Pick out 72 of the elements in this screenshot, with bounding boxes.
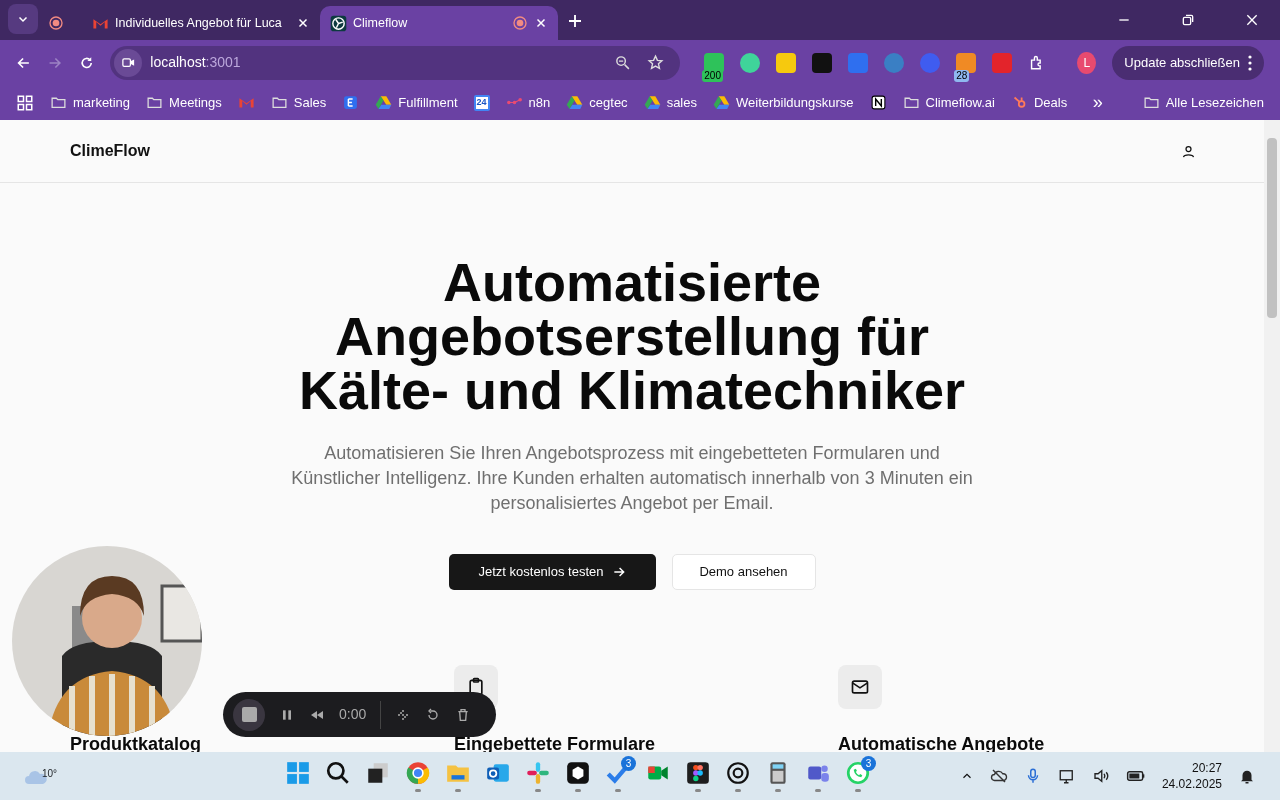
speaker-icon[interactable] bbox=[1091, 767, 1110, 785]
bookmark[interactable]: Meetings bbox=[146, 92, 222, 113]
feature-title: Eingebettete Formulare bbox=[454, 734, 656, 754]
windows-stack-icon bbox=[365, 760, 391, 786]
extension-icon[interactable] bbox=[812, 52, 833, 73]
start-icon bbox=[285, 760, 311, 786]
browser-tab[interactable]: Individuelles Angebot für Luca bbox=[82, 6, 320, 40]
address-bar[interactable]: localhost:3001 bbox=[110, 45, 681, 80]
feature-title: Produktkatalog bbox=[70, 734, 202, 754]
drive-icon bbox=[643, 94, 661, 111]
all-bookmarks-button[interactable]: Alle Lesezeichen bbox=[1142, 92, 1264, 113]
clock[interactable]: 20:27 24.02.2025 bbox=[1161, 760, 1222, 792]
app-icon bbox=[342, 94, 360, 111]
secondary-button[interactable]: Demo ansehen bbox=[671, 554, 816, 590]
user-icon[interactable] bbox=[1181, 143, 1196, 159]
feature-title: Automatische Angebote bbox=[838, 734, 1045, 754]
drive-icon bbox=[566, 94, 584, 111]
bookmark[interactable]: cegtec bbox=[566, 92, 628, 113]
bookmark-star-icon[interactable] bbox=[647, 54, 665, 71]
bookmark[interactable]: Weiterbildungskurse bbox=[713, 92, 854, 113]
monitor-icon[interactable] bbox=[1057, 767, 1076, 785]
close-icon[interactable] bbox=[534, 16, 548, 30]
profile-avatar[interactable]: L bbox=[1077, 51, 1097, 74]
bookmark[interactable]: Sales bbox=[270, 92, 327, 113]
extension-icon[interactable] bbox=[776, 52, 797, 73]
bookmark[interactable] bbox=[869, 94, 887, 111]
scrollbar[interactable] bbox=[1264, 120, 1280, 752]
cloud-icon[interactable] bbox=[989, 767, 1008, 785]
cube-app-icon bbox=[565, 760, 591, 786]
update-button[interactable]: Update abschließen bbox=[1112, 45, 1264, 80]
bookmark[interactable]: marketing bbox=[50, 92, 131, 113]
more-icon bbox=[1248, 54, 1252, 71]
weather-widget[interactable]: 10° bbox=[24, 766, 64, 786]
drive-icon bbox=[375, 94, 393, 111]
more-bookmarks-button[interactable]: » bbox=[1092, 89, 1103, 116]
taskbar-app[interactable]: 3 bbox=[842, 756, 874, 796]
restore-icon[interactable] bbox=[1180, 12, 1196, 28]
notion-icon bbox=[869, 94, 887, 111]
notification-badge: 3 bbox=[621, 756, 636, 771]
bookmark[interactable]: Climeflow.ai bbox=[902, 92, 995, 113]
drive-icon bbox=[713, 94, 730, 111]
taskbar-app[interactable]: 3 bbox=[602, 756, 634, 796]
bookmark[interactable]: sales bbox=[643, 92, 697, 113]
figma-icon bbox=[685, 760, 711, 786]
extension-icon[interactable] bbox=[740, 52, 761, 73]
bookmark[interactable]: n8n bbox=[505, 92, 551, 113]
hero-text: Automatisieren Sie Ihren Angebotsprozess mit eingebetteten Formularen und Künstlicher Intelligenz. Ihre Kunden erhalten automatisch innerhalb von 3 Minuten ein personalisiertes Angebot per Email. bbox=[290, 442, 974, 515]
brand-logo[interactable]: ClimeFlow bbox=[70, 139, 150, 163]
stop-button[interactable] bbox=[233, 698, 265, 731]
extension-icon[interactable] bbox=[704, 52, 725, 73]
arrow-right-icon bbox=[611, 565, 626, 579]
search-icon bbox=[325, 760, 351, 786]
camera-icon bbox=[120, 55, 136, 70]
slack-icon bbox=[525, 760, 551, 786]
fan-icon bbox=[330, 14, 347, 32]
calendar-icon[interactable]: 24 bbox=[473, 94, 490, 111]
close-icon[interactable] bbox=[296, 16, 310, 30]
bookmark[interactable]: Fulfillment bbox=[375, 92, 458, 113]
mail-icon bbox=[838, 665, 882, 709]
tab-search-button[interactable] bbox=[8, 4, 38, 34]
browser-tab[interactable]: Climeflow bbox=[320, 6, 558, 40]
zoom-icon[interactable] bbox=[614, 54, 632, 71]
chrome-icon bbox=[405, 760, 431, 786]
bookmark[interactable] bbox=[342, 94, 360, 111]
extension-icon[interactable] bbox=[956, 52, 977, 73]
apps-grid-icon[interactable] bbox=[16, 93, 34, 112]
notification-badge: 3 bbox=[861, 756, 876, 771]
timer-text: 0:00 bbox=[339, 705, 367, 724]
close-icon[interactable] bbox=[1244, 12, 1260, 28]
bookmark[interactable]: Deals bbox=[1010, 92, 1068, 113]
primary-button[interactable]: Jetzt kostenlos testen bbox=[448, 554, 656, 590]
hero-title: Automatisierte Angebotserstellung für Kälte- und Klimatechniker bbox=[297, 255, 967, 417]
